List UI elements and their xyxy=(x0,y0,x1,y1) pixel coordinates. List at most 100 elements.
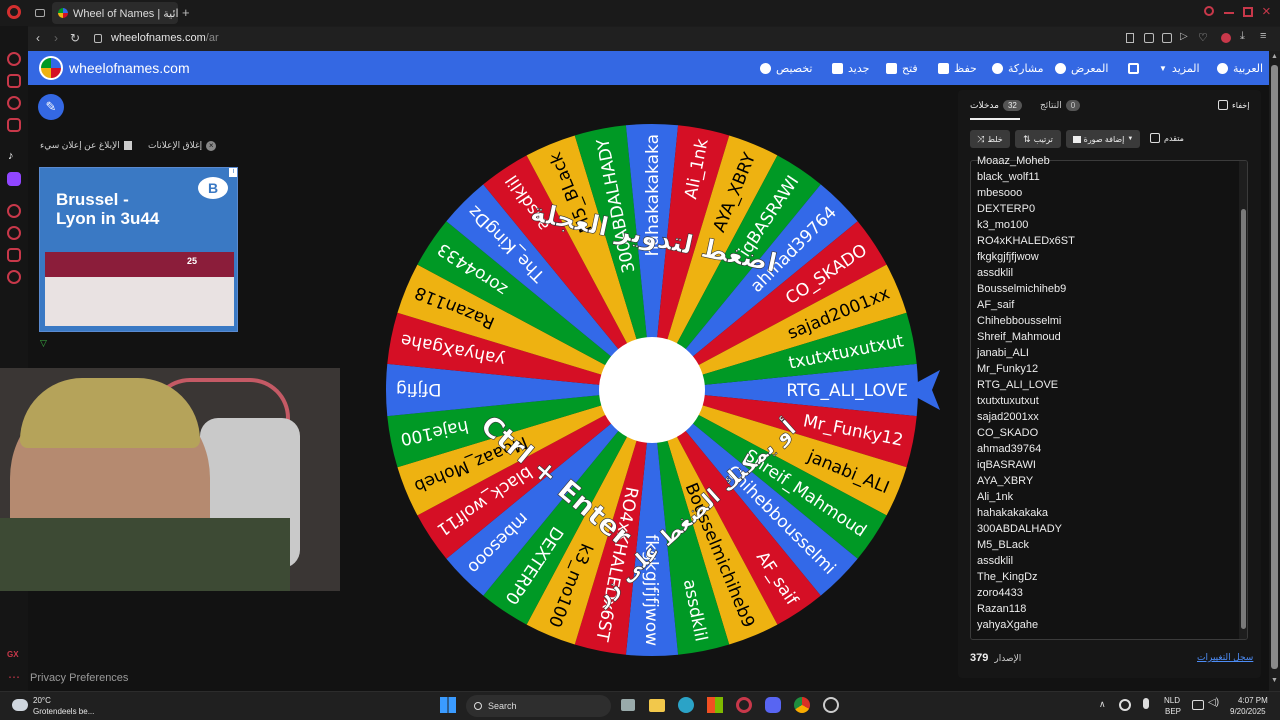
more-button[interactable]: ▼ المزيد xyxy=(1159,51,1200,85)
listbox-scrollbar[interactable] xyxy=(1239,161,1247,639)
entry-item[interactable]: mbesooo xyxy=(977,187,1022,199)
entry-item[interactable]: k3_mo100 xyxy=(977,219,1028,231)
network-icon[interactable] xyxy=(1192,700,1204,710)
tiktok-icon[interactable]: ♪ xyxy=(8,150,14,162)
player-icon[interactable] xyxy=(7,204,21,218)
new-tab-icon[interactable]: + xyxy=(182,5,190,20)
advertisement[interactable]: Brussel - Lyon in 3u44 B i 25 xyxy=(39,167,238,332)
entry-item[interactable]: sajad2001xx xyxy=(977,411,1039,423)
history-icon[interactable] xyxy=(7,226,21,240)
reload-icon[interactable]: ↻ xyxy=(70,31,80,45)
settings-gear-icon[interactable] xyxy=(7,270,21,284)
entry-item[interactable]: Mr_Funky12 xyxy=(977,363,1038,375)
entry-item[interactable]: fkgkgjfjfjwow xyxy=(977,251,1039,263)
scroll-down-icon[interactable]: ▼ xyxy=(1271,677,1278,684)
entry-item[interactable]: Moaaz_Moheb xyxy=(977,155,1050,167)
new-button[interactable]: جديد xyxy=(832,51,869,85)
edit-pencil-button[interactable]: ✎ xyxy=(38,94,64,120)
entry-item[interactable]: Razan118 xyxy=(977,603,1026,615)
close-window-icon[interactable]: × xyxy=(1262,3,1271,20)
messenger-icon[interactable] xyxy=(7,96,21,110)
extensions-icon[interactable] xyxy=(7,248,21,262)
input-lang2[interactable]: BEP xyxy=(1165,707,1181,716)
close-ads-link[interactable]: إغلاق الإعلانات × xyxy=(148,140,217,151)
entry-item[interactable]: ahmad39764 xyxy=(977,443,1041,455)
page-scrollbar[interactable]: ▲ ▼ xyxy=(1269,51,1280,691)
wheel-center[interactable] xyxy=(599,337,705,443)
bookmark-icon[interactable] xyxy=(1126,33,1134,43)
tray-chevron-icon[interactable]: ∧ xyxy=(1099,699,1106,710)
entry-item[interactable]: janabi_ALI xyxy=(977,347,1029,359)
advanced-toggle[interactable]: متقدم xyxy=(1150,133,1184,143)
play-icon[interactable]: ▷ xyxy=(1180,31,1188,42)
entry-item[interactable]: Ali_1nk xyxy=(977,491,1013,503)
weather-temp[interactable]: 20°C xyxy=(33,696,51,705)
scroll-thumb[interactable] xyxy=(1271,65,1278,669)
chatgpt-icon[interactable] xyxy=(7,52,21,66)
twitch-icon[interactable] xyxy=(7,172,21,186)
clock-date[interactable]: 9/20/2025 xyxy=(1230,707,1266,716)
forward-icon[interactable]: › xyxy=(54,31,58,45)
entry-item[interactable]: assdklil xyxy=(977,555,1013,567)
url-field[interactable]: wheelofnames.com/ar xyxy=(111,32,219,44)
shuffle-button[interactable]: ⤨ خلط xyxy=(970,130,1010,148)
scroll-up-icon[interactable]: ▲ xyxy=(1271,53,1278,60)
gallery-button[interactable]: المعرض xyxy=(1055,51,1108,85)
entry-item[interactable]: The_KingDz xyxy=(977,571,1038,583)
wheel-logo-icon[interactable] xyxy=(39,56,63,80)
file-explorer-icon[interactable] xyxy=(649,699,665,712)
hide-checkbox[interactable] xyxy=(1218,100,1228,110)
sort-button[interactable]: ⇅ ترتيب xyxy=(1015,130,1061,148)
hide-toggle[interactable]: إخفاء xyxy=(1218,100,1249,110)
aria-icon[interactable] xyxy=(7,74,21,88)
shield-icon[interactable] xyxy=(1162,33,1172,43)
start-icon[interactable] xyxy=(440,697,456,713)
add-image-button[interactable]: إضافة صورة ▼ xyxy=(1066,130,1140,148)
entry-item[interactable]: txutxtuxutxut xyxy=(977,395,1039,407)
ad-choices-icon[interactable]: ▽ xyxy=(40,338,47,349)
tab-menu-icon[interactable] xyxy=(35,9,45,17)
language-button[interactable]: العربية xyxy=(1217,51,1263,85)
weather-icon[interactable] xyxy=(12,699,28,711)
edge-icon[interactable] xyxy=(678,697,694,713)
instagram-icon[interactable] xyxy=(7,118,21,132)
entry-item[interactable]: Bousselmichiheb9 xyxy=(977,283,1066,295)
profile-icon[interactable] xyxy=(1221,33,1231,43)
opera-gx-icon[interactable] xyxy=(736,697,752,713)
entry-item[interactable]: CO_SKADO xyxy=(977,427,1038,439)
minimize-icon[interactable] xyxy=(1224,12,1234,14)
task-view-icon[interactable] xyxy=(621,699,635,711)
maximize-icon[interactable] xyxy=(1243,7,1253,17)
customize-button[interactable]: تخصيص xyxy=(760,51,813,85)
entry-item[interactable]: AF_saif xyxy=(977,299,1014,311)
steam-icon[interactable] xyxy=(823,697,839,713)
snapshot-icon[interactable] xyxy=(1144,33,1154,43)
report-ad-link[interactable]: الإبلاغ عن إعلان سيء xyxy=(40,140,132,151)
heart-icon[interactable]: ♡ xyxy=(1198,31,1208,44)
tab-results[interactable]: النتائج 0 xyxy=(1040,100,1081,111)
brand-title[interactable]: wheelofnames.com xyxy=(69,60,190,76)
save-button[interactable]: حفظ xyxy=(938,51,977,85)
entry-item[interactable]: zoro4433 xyxy=(977,587,1023,599)
wheel[interactable]: RTG_ALI_LOVEMr_Funky12janabi_ALIShreif_M… xyxy=(380,118,940,663)
weather-desc[interactable]: Grotendeels be... xyxy=(33,707,94,716)
open-button[interactable]: فتح xyxy=(886,51,918,85)
entry-item[interactable]: assdklil xyxy=(977,267,1013,279)
entry-item[interactable]: AYA_XBRY xyxy=(977,475,1033,487)
entry-item[interactable]: iqBASRAWI xyxy=(977,459,1036,471)
privacy-preferences-link[interactable]: Privacy Preferences xyxy=(30,672,128,684)
input-lang1[interactable]: NLD xyxy=(1164,696,1180,705)
chrome-icon[interactable] xyxy=(794,697,810,713)
entry-item[interactable]: Shreif_Mahmoud xyxy=(977,331,1061,343)
back-icon[interactable]: ‹ xyxy=(36,31,40,45)
entry-item[interactable]: DEXTERP0 xyxy=(977,203,1035,215)
microphone-icon[interactable] xyxy=(1143,698,1149,709)
advanced-checkbox[interactable] xyxy=(1150,133,1160,143)
fullscreen-button[interactable] xyxy=(1128,51,1139,85)
entry-item[interactable]: hahakakakaka xyxy=(977,507,1048,519)
more-options-icon[interactable]: ⋯ xyxy=(8,670,20,684)
taskbar-search[interactable]: Search xyxy=(466,695,611,717)
download-icon[interactable]: ⤓ xyxy=(1240,30,1245,43)
entry-item[interactable]: 300ABDALHADY xyxy=(977,523,1062,535)
gx-icon[interactable]: GX xyxy=(7,650,19,659)
